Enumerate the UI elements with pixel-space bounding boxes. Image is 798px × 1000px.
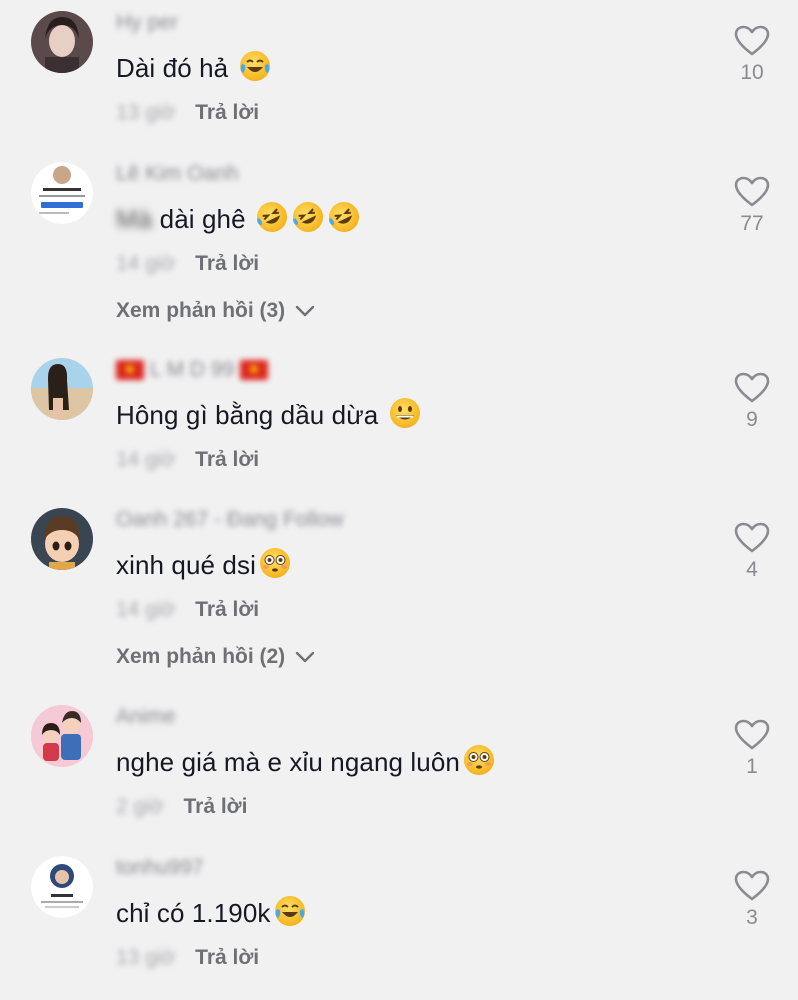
like-count: 77 [740,212,764,235]
comment-username[interactable]: Oanh 267 - Đang Follow [116,508,344,532]
like-count: 9 [746,408,758,431]
comment-text-body: dài ghê [159,204,246,234]
comment-time: 14 giờ [116,598,176,621]
comment-text: nghe giá mà e xỉu ngang luôn [116,743,496,778]
like-button[interactable]: 1 [730,719,774,779]
view-replies-label: Xem phản hồi (3) [116,299,286,322]
like-button[interactable]: 10 [730,25,774,85]
heart-icon[interactable] [734,372,770,404]
comment-username[interactable]: Lê Kim Oanh [116,162,239,186]
comment-time: 14 giờ [116,448,176,471]
like-button[interactable]: 9 [730,372,774,432]
chevron-down-icon [295,305,315,317]
view-replies-label: Xem phản hồi (2) [116,645,286,668]
laugh-cry-emoji-icon [273,894,307,928]
comment-username[interactable]: Anime [116,705,176,729]
comment-meta: 13 giờ Trả lời [116,101,259,125]
reply-button[interactable]: Trả lời [195,946,259,969]
comment-username-text: L M D 99 [149,358,235,381]
view-replies-button[interactable]: Xem phản hồi (3) [116,299,315,323]
comment-text: Hông gì bằng dầu dừa [116,396,422,431]
avatar[interactable] [31,358,93,420]
reply-button[interactable]: Trả lời [195,448,259,471]
comment-text-blurred: Mà [116,204,153,234]
comment-text-body: Dài đó hả [116,53,229,83]
chevron-down-icon [295,651,315,663]
comment-time: 13 giờ [116,101,176,124]
comment-username[interactable]: L M D 99 [116,358,269,382]
laugh-cry-emoji-icon [238,49,272,83]
comment-meta: 14 giờ Trả lời [116,598,259,622]
heart-icon[interactable] [734,870,770,902]
like-button[interactable]: 77 [730,176,774,236]
comment-meta: 14 giờ Trả lời [116,252,259,276]
avatar[interactable] [31,11,93,73]
heart-icon[interactable] [734,719,770,751]
like-button[interactable]: 4 [730,522,774,582]
comment-username[interactable]: tonhu997 [116,856,204,880]
grin-emoji-icon [388,396,422,430]
heart-icon[interactable] [734,522,770,554]
avatar[interactable] [31,705,93,767]
comment-username[interactable]: Hy per [116,11,178,35]
reply-button[interactable]: Trả lời [183,795,247,818]
vietnam-flag-icon [116,360,144,381]
view-replies-button[interactable]: Xem phản hồi (2) [116,645,315,669]
like-count: 1 [746,755,758,778]
like-count: 3 [746,906,758,929]
avatar[interactable] [31,856,93,918]
rofl-emoji-icon [291,200,325,234]
comment-meta: 14 giờ Trả lời [116,448,259,472]
comment-text: xinh qué dsi [116,546,292,581]
comment-text: chỉ có 1.190k [116,894,307,929]
heart-icon[interactable] [734,25,770,57]
comment-text: Mà dài ghê [116,200,361,235]
like-count: 4 [746,558,758,581]
comment-text-body: Hông gì bằng dầu dừa [116,400,379,430]
comment-time: 2 giờ [116,795,164,818]
avatar[interactable] [31,162,93,224]
comment-time: 13 giờ [116,946,176,969]
like-count: 10 [740,61,764,84]
comment-text-body: xinh qué dsi [116,550,256,580]
heart-icon[interactable] [734,176,770,208]
comment-text-body: chỉ có 1.190k [116,898,271,928]
rofl-emoji-icon [255,200,289,234]
flushed-emoji-icon [258,546,292,580]
reply-button[interactable]: Trả lời [195,598,259,621]
comment-text: Dài đó hả [116,49,272,84]
comment-time: 14 giờ [116,252,176,275]
flushed-emoji-icon [462,743,496,777]
comment-meta: 13 giờ Trả lời [116,946,259,970]
rofl-emoji-icon [327,200,361,234]
like-button[interactable]: 3 [730,870,774,930]
comment-text-body: nghe giá mà e xỉu ngang luôn [116,747,460,777]
reply-button[interactable]: Trả lời [195,101,259,124]
reply-button[interactable]: Trả lời [195,252,259,275]
avatar[interactable] [31,508,93,570]
vietnam-flag-icon [240,360,269,381]
comment-meta: 2 giờ Trả lời [116,795,247,819]
